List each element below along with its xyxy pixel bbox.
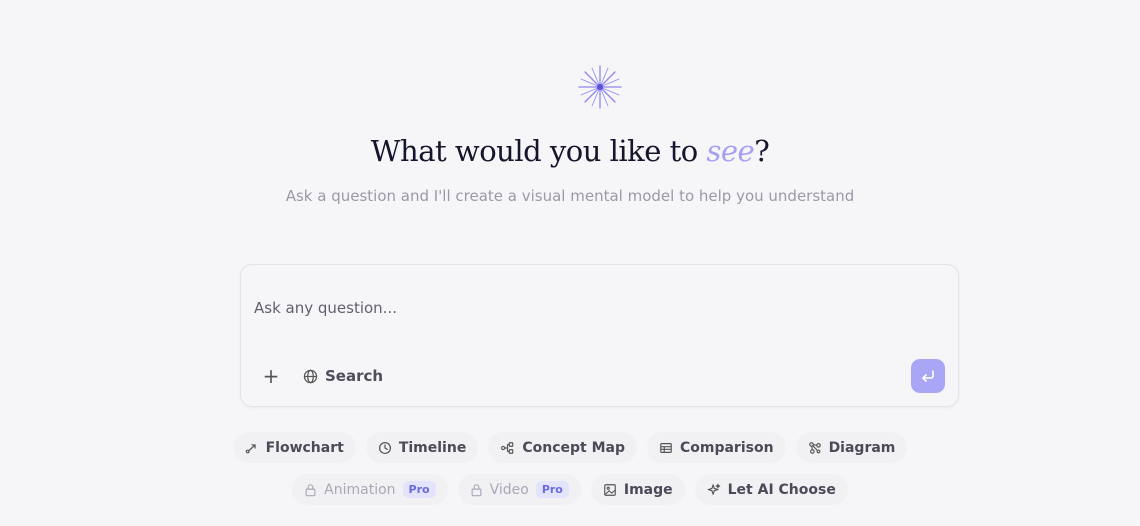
globe-icon <box>303 369 318 383</box>
diagram-icon <box>808 441 821 454</box>
plus-icon: + <box>262 364 280 388</box>
pro-badge: Pro <box>535 481 569 498</box>
chip-timeline[interactable]: Timeline <box>365 432 479 463</box>
pro-badge: Pro <box>402 481 436 498</box>
flowchart-icon <box>245 443 256 453</box>
lock-icon <box>471 483 482 496</box>
add-button[interactable]: + <box>260 364 282 388</box>
page-subtitle: Ask a question and I'll create a visual … <box>285 187 855 205</box>
lock-icon <box>305 483 316 496</box>
chip-concept-map[interactable]: Concept Map <box>488 432 637 463</box>
title-accent: see <box>706 134 755 168</box>
chip-comparison[interactable]: Comparison <box>646 432 786 463</box>
chip-label: Comparison <box>679 439 774 456</box>
chip-diagram[interactable]: Diagram <box>795 432 908 463</box>
concept-map-icon <box>501 441 514 454</box>
chip-label: Image <box>623 481 673 498</box>
starburst-logo-icon <box>578 65 622 109</box>
chip-label: Let AI Choose <box>727 481 836 498</box>
image-icon <box>604 483 616 496</box>
chip-label: Flowchart <box>265 439 344 456</box>
enter-arrow-icon <box>922 370 934 382</box>
chip-label: Timeline <box>398 439 467 456</box>
submit-button[interactable] <box>911 359 945 393</box>
sparkles-icon <box>707 483 720 495</box>
chip-label: Concept Map <box>522 439 625 456</box>
visual-type-options: Flowchart Timeline Concept Map Compariso… <box>0 432 1140 463</box>
chip-let-ai-choose[interactable]: Let AI Choose <box>694 474 848 505</box>
search-toggle-button[interactable]: Search <box>303 365 383 387</box>
chip-label: Diagram <box>828 439 896 456</box>
clock-icon <box>378 441 391 454</box>
chip-animation[interactable]: Animation Pro <box>292 474 448 505</box>
chip-flowchart[interactable]: Flowchart <box>232 432 356 463</box>
chip-image[interactable]: Image <box>590 474 685 505</box>
media-type-options: Animation Pro Video Pro Image Let AI Cho… <box>0 474 1140 505</box>
question-composer: + Search <box>240 264 959 407</box>
question-input[interactable] <box>254 293 854 323</box>
table-icon <box>660 442 672 453</box>
title-suffix: ? <box>754 134 770 168</box>
chip-video[interactable]: Video Pro <box>457 474 581 505</box>
page-title: What would you like to see? <box>0 134 1140 168</box>
title-prefix: What would you like to <box>370 134 707 168</box>
chip-label: Video <box>489 481 529 498</box>
chip-label: Animation <box>324 481 396 498</box>
search-label: Search <box>325 367 384 385</box>
